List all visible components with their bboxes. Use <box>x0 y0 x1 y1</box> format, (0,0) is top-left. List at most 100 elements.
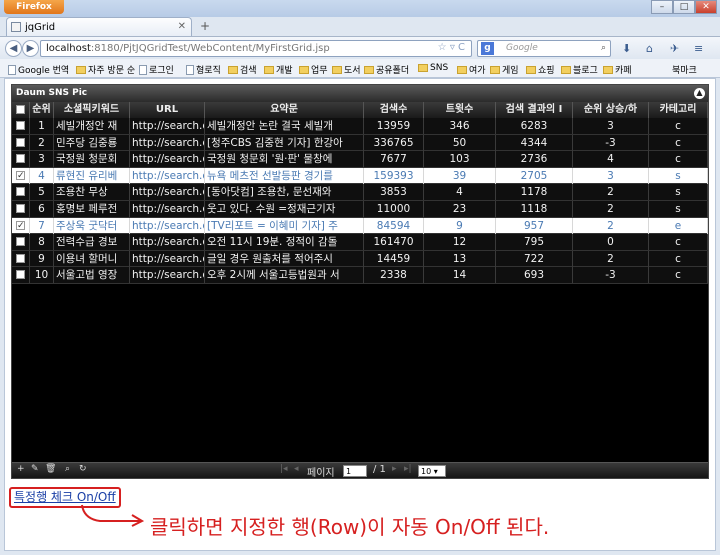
row-select-cell[interactable] <box>12 134 30 151</box>
cell-url: http://search.d <box>132 118 205 134</box>
column-header[interactable]: 순위 <box>30 102 54 118</box>
bookmark-item[interactable]: 도서 <box>332 63 361 76</box>
cell-searches: 14459 <box>364 250 424 267</box>
bookmark-item[interactable]: 형로직 <box>186 63 221 76</box>
bookmark-item[interactable]: 공유폴더 <box>364 63 409 76</box>
cell-category: c <box>649 151 708 168</box>
close-window-button[interactable]: ✕ <box>695 0 717 14</box>
edit-icon[interactable]: ✎ <box>31 464 39 474</box>
row-select-cell[interactable] <box>12 167 30 184</box>
bookmark-label: 개발 <box>276 66 293 76</box>
close-tab-icon[interactable]: ✕ <box>178 21 186 32</box>
download-icon[interactable]: ⬇ <box>622 42 631 55</box>
select-all-checkbox[interactable] <box>16 105 25 114</box>
bookmark-item[interactable]: 블로그 <box>561 63 598 76</box>
cell-change: -3 <box>573 267 649 284</box>
cell-category: c <box>649 267 708 284</box>
column-header[interactable]: 요약문 <box>205 102 364 118</box>
refresh-icon[interactable]: ↻ <box>79 464 87 474</box>
row-checkbox[interactable] <box>16 187 25 197</box>
bookmark-item[interactable]: 게임 <box>490 63 519 76</box>
row-select-cell[interactable] <box>12 151 30 168</box>
search-icon[interactable]: ⌕ <box>601 41 606 56</box>
table-row[interactable]: 5 조용찬 무상 http://search.d [동아닷컴] 조용찬, 문선재와 38… <box>12 184 708 201</box>
page-icon <box>139 64 147 75</box>
row-select-cell[interactable] <box>12 118 30 134</box>
column-header[interactable]: 검색 결과의 I <box>496 102 573 118</box>
column-header[interactable]: 카테고리 <box>649 102 708 118</box>
add-icon[interactable]: + <box>17 464 25 474</box>
row-select-cell[interactable] <box>12 201 30 217</box>
row-checkbox[interactable] <box>16 270 25 280</box>
cell-keyword: 서울고법 영장 <box>54 267 130 284</box>
table-row[interactable]: 10 서울고법 영장 http://search.d 오후 2시께 서울고등법원과 서… <box>12 267 708 284</box>
row-select-cell[interactable] <box>12 267 30 284</box>
table-row[interactable]: 3 국정원 청문회 http://search.d 국정원 청문회 '원·판' 물창에… <box>12 151 708 168</box>
table-row[interactable]: 2 민주당 김중룡 http://search.d [청주CBS 김중현 기자] 한강… <box>12 134 708 152</box>
google-engine-icon[interactable]: g <box>481 42 494 55</box>
row-checkbox[interactable] <box>16 121 25 130</box>
next-page-icon[interactable]: ▸ <box>392 464 397 474</box>
folder-icon <box>332 65 342 74</box>
column-header[interactable]: 트윗수 <box>424 102 496 118</box>
table-row[interactable]: 7주상욱 굿닥터http://search.d[TV리포트 = 이혜미 기자] … <box>12 217 708 235</box>
new-tab-button[interactable]: + <box>196 20 214 35</box>
bookmark-star-icon[interactable]: ☆ ▿ C <box>438 42 465 53</box>
column-header[interactable]: URL <box>130 102 205 118</box>
bookmark-item[interactable]: 자주 방문 순 <box>76 63 135 76</box>
table-row[interactable]: 8 전력수급 경보 http://search.d 오전 11시 19분. 정적이 감… <box>12 234 708 251</box>
search-bar[interactable]: g Google ⌕ <box>477 40 611 57</box>
first-page-icon[interactable]: |◂ <box>280 464 288 474</box>
row-checkbox[interactable] <box>16 137 25 147</box>
bookmark-item[interactable]: 쇼핑 <box>526 63 555 76</box>
prev-page-icon[interactable]: ◂ <box>294 464 299 474</box>
menu-icon[interactable]: ≡ <box>694 42 703 55</box>
bookmark-item[interactable]: SNS <box>418 63 448 73</box>
tab-jqgrid[interactable]: jqGrid ✕ <box>6 17 192 36</box>
page-input[interactable]: 1 <box>343 465 367 477</box>
row-select-cell[interactable] <box>12 250 30 267</box>
row-select-cell[interactable] <box>12 234 30 251</box>
bookmark-item[interactable]: 로그인 <box>139 63 174 76</box>
delete-icon[interactable]: 🗑 <box>45 464 56 474</box>
row-checkbox[interactable] <box>16 154 25 164</box>
bookmark-item[interactable]: 개발 <box>264 63 293 76</box>
cell-category: c <box>649 250 708 267</box>
collapse-icon[interactable]: ▲ <box>694 88 705 99</box>
row-checkbox[interactable] <box>16 237 25 247</box>
table-row[interactable]: 6 홍명보 페루전 http://search.d 웃고 있다. 수원 =정재근기자 1… <box>12 201 708 218</box>
last-page-icon[interactable]: ▸| <box>404 464 412 474</box>
cell-tweets: 39 <box>424 167 496 184</box>
url-bar[interactable]: localhost:8180/PjtJQGridTest/WebContent/… <box>40 40 472 57</box>
addon-icon[interactable]: ✈ <box>670 42 679 55</box>
column-header[interactable]: 소셜픽키워드 <box>54 102 130 118</box>
forward-button[interactable]: ▶ <box>22 40 39 57</box>
back-button[interactable]: ◀ <box>5 40 22 57</box>
firefox-menu-button[interactable]: Firefox <box>4 0 64 14</box>
table-row[interactable]: 1 세빌개정안 재 http://search.d 세빌개정안 논란 결국 세빌개 13… <box>12 118 708 135</box>
bookmark-item[interactable]: Google 번역 <box>8 63 69 76</box>
row-checkbox[interactable] <box>16 168 25 184</box>
search-icon[interactable]: ⌕ <box>65 464 70 474</box>
row-select-cell[interactable] <box>12 217 30 234</box>
row-select-cell[interactable] <box>12 184 30 201</box>
row-checkbox[interactable] <box>16 218 25 234</box>
minimize-button[interactable]: – <box>651 0 673 14</box>
maximize-button[interactable]: □ <box>673 0 695 14</box>
bookmark-item[interactable]: 여가 <box>457 63 486 76</box>
column-header[interactable]: 순위 상승/하 <box>573 102 649 118</box>
column-header[interactable]: 검색수 <box>364 102 424 118</box>
bookmark-label: Google 번역 <box>18 66 70 76</box>
bookmark-item[interactable]: 업무 <box>299 63 328 76</box>
cell-summary: 국정원 청문회 '원·판' 물창에 <box>205 151 364 168</box>
rows-per-page-select[interactable]: 10 ▾ <box>418 465 446 477</box>
bookmark-item[interactable]: 카페 <box>603 63 632 76</box>
select-all-header[interactable] <box>12 102 30 118</box>
bookmark-item[interactable]: 검색 <box>228 63 257 76</box>
row-checkbox[interactable] <box>16 204 25 213</box>
table-row[interactable]: 4류현진 유리베http://search.d뉴욕 메츠전 선발등판 경기를15… <box>12 167 708 185</box>
home-icon[interactable]: ⌂ <box>646 42 653 55</box>
bookmarks-menu[interactable]: 북마크 <box>672 63 697 76</box>
row-checkbox[interactable] <box>16 253 25 263</box>
table-row[interactable]: 9 이용녀 할머니 http://search.d 글일 경우 원출처를 적어주시 14… <box>12 250 708 268</box>
